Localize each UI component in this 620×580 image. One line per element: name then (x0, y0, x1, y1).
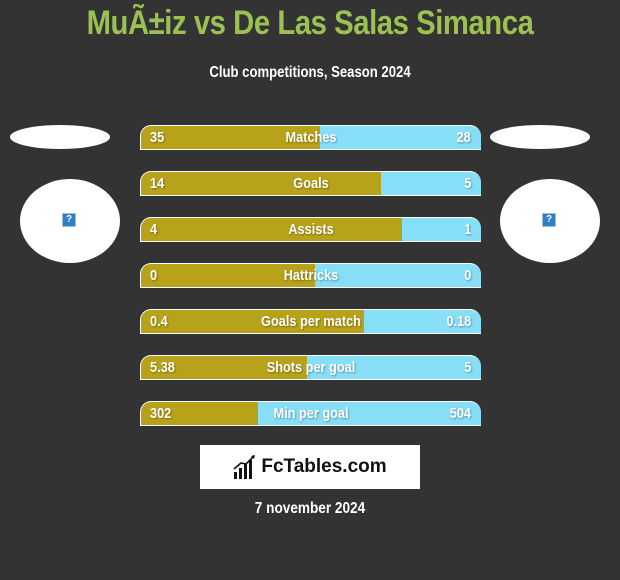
left-value: 0.4 (150, 313, 168, 330)
competition-subtitle: Club competitions, Season 2024 (209, 64, 411, 81)
left-value: 4 (150, 221, 158, 238)
left-value: 5.38 (150, 359, 175, 376)
right-value: 504 (449, 405, 471, 422)
right-value: 5 (463, 175, 471, 192)
stat-row-hattricks: Hattricks 0 0 (140, 263, 481, 288)
left-team-badge-placeholder (10, 125, 110, 149)
stat-label: Goals per match (261, 313, 361, 330)
stat-label: Goals (293, 175, 329, 192)
stat-row-goals: Goals 14 5 (140, 171, 481, 196)
stat-row-goals-per-match: Goals per match 0.4 0.18 (140, 309, 481, 334)
right-player-photo: ? (500, 179, 600, 263)
unknown-image-icon: ? (542, 213, 556, 227)
right-value: 28 (456, 129, 471, 146)
right-value: 5 (463, 359, 471, 376)
right-team-badge-placeholder (490, 125, 590, 149)
report-date: 7 november 2024 (254, 500, 366, 517)
stat-label: Assists (288, 221, 334, 238)
stat-row-matches: Matches 35 28 (140, 125, 481, 150)
left-value: 14 (150, 175, 165, 192)
left-value: 0 (150, 267, 158, 284)
fctables-logo[interactable]: FcTables.com (200, 445, 420, 489)
right-value: 0 (463, 267, 471, 284)
right-value: 0.18 (446, 313, 471, 330)
logo-text: FcTables.com (261, 456, 387, 477)
bar-chart-icon (233, 455, 256, 479)
stat-row-assists: Assists 4 1 (140, 217, 481, 242)
left-player-photo: ? (20, 179, 120, 263)
stat-row-shots-per-goal: Shots per goal 5.38 5 (140, 355, 481, 380)
stat-row-min-per-goal: Min per goal 302 504 (140, 401, 481, 426)
unknown-image-icon: ? (62, 213, 76, 227)
page-title: MuÃ±iz vs De Las Salas Simanca (86, 4, 534, 42)
stat-label: Matches (285, 129, 337, 146)
left-value: 302 (150, 405, 172, 422)
stat-label: Min per goal (273, 405, 349, 422)
stat-label: Shots per goal (266, 359, 356, 376)
right-value: 1 (463, 221, 471, 238)
left-value: 35 (150, 129, 165, 146)
stat-label: Hattricks (283, 267, 339, 284)
